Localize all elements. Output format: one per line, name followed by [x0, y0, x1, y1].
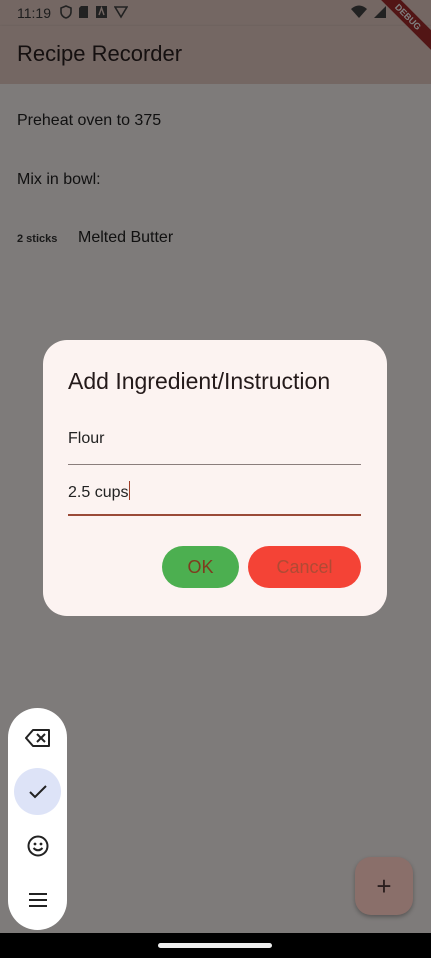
done-button[interactable] [14, 768, 61, 815]
check-icon [28, 784, 47, 798]
ingredient-amount-value: 2.5 cups [68, 484, 129, 501]
dialog-title: Add Ingredient/Instruction [68, 368, 331, 394]
add-ingredient-dialog: Add Ingredient/Instruction Flour 2.5 cup… [43, 340, 387, 616]
emoji-button[interactable] [14, 822, 61, 869]
keyboard-toolbar [8, 708, 67, 930]
ingredient-amount-field[interactable]: 2.5 cups [68, 481, 361, 517]
ok-button[interactable]: OK [162, 546, 239, 588]
add-button[interactable]: + [355, 857, 413, 915]
text-caret [129, 481, 131, 500]
backspace-button[interactable] [14, 714, 61, 761]
navigation-bar [0, 933, 431, 958]
emoji-icon [27, 835, 48, 856]
field-underline [68, 464, 361, 465]
ingredient-name-value: Flour [68, 430, 105, 447]
ingredient-name-field[interactable]: Flour [68, 430, 361, 466]
menu-icon [28, 892, 47, 907]
cancel-button[interactable]: Cancel [248, 546, 361, 588]
plus-icon: + [376, 871, 392, 901]
home-gesture-handle[interactable] [158, 943, 272, 948]
backspace-icon [24, 728, 50, 747]
field-underline-focused [68, 514, 361, 516]
menu-button[interactable] [14, 876, 61, 923]
